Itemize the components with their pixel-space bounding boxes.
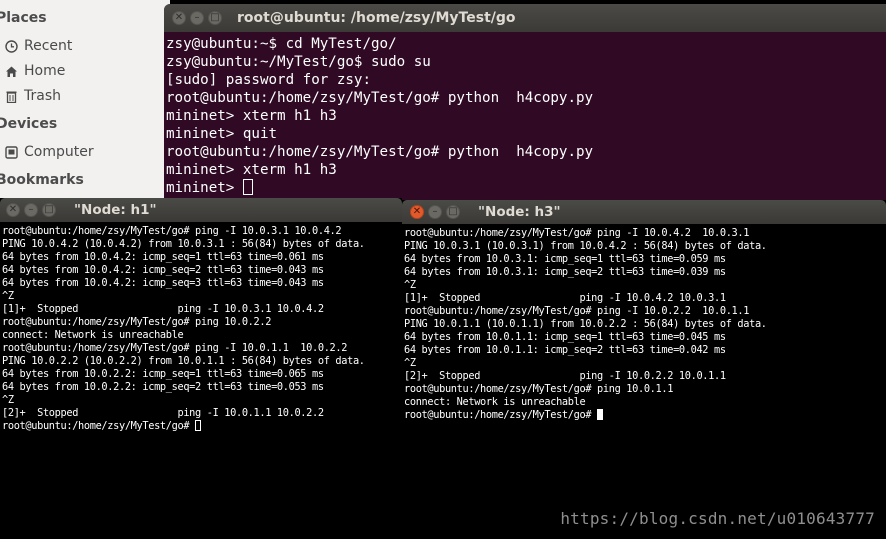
terminal-line: [1]+ Stopped ping -I 10.0.3.1 10.0.4.2 bbox=[2, 303, 324, 315]
terminal-line: [sudo] password for zsy: bbox=[166, 72, 371, 88]
devices-header: Devices bbox=[0, 116, 58, 132]
home-icon bbox=[5, 65, 18, 78]
prompt: root@ubuntu:/home/zsy/MyTest/go# bbox=[404, 409, 598, 421]
terminal-output[interactable]: root@ubuntu:/home/zsy/MyTest/go# ping -I… bbox=[0, 222, 402, 433]
terminal-line: root@ubuntu:/home/zsy/MyTest/go# python … bbox=[166, 144, 594, 160]
terminal-line: connect: Network is unreachable bbox=[404, 396, 586, 408]
terminal-line: root@ubuntu:/home/zsy/MyTest/go# ping -I… bbox=[404, 305, 750, 317]
xterm-h1-window[interactable]: ✕ – □ "Node: h1" root@ubuntu:/home/zsy/M… bbox=[0, 198, 402, 539]
terminal-line: ^Z bbox=[2, 394, 14, 406]
terminal-line: root@ubuntu:/home/zsy/MyTest/go# ping -I… bbox=[2, 225, 342, 237]
watermark: https://blog.csdn.net/u010643777 bbox=[560, 509, 875, 528]
terminal-line: root@ubuntu:/home/zsy/MyTest/go# ping 10… bbox=[2, 316, 272, 328]
maximize-icon: □ bbox=[44, 204, 54, 215]
terminal-output[interactable]: zsy@ubuntu:~$ cd MyTest/go/zsy@ubuntu:~/… bbox=[164, 32, 886, 197]
minimize-icon: – bbox=[28, 204, 34, 215]
minimize-button[interactable]: – bbox=[24, 203, 38, 217]
terminal-line: [1]+ Stopped ping -I 10.0.4.2 10.0.3.1 bbox=[404, 292, 726, 304]
terminal-line: zsy@ubuntu:~/MyTest/go$ sudo su bbox=[166, 54, 431, 70]
terminal-line: ^Z bbox=[404, 357, 416, 369]
terminal-line: 64 bytes from 10.0.3.1: icmp_seq=1 ttl=6… bbox=[404, 253, 726, 265]
maximize-button[interactable]: □ bbox=[42, 203, 56, 217]
sidebar-item-trash[interactable]: Trash bbox=[5, 88, 61, 104]
window-title: root@ubuntu: /home/zsy/MyTest/go bbox=[237, 10, 516, 26]
terminal-line: 64 bytes from 10.0.4.2: icmp_seq=2 ttl=6… bbox=[2, 264, 324, 276]
sidebar-item-home[interactable]: Home bbox=[5, 63, 65, 79]
maximize-icon: □ bbox=[448, 206, 458, 217]
minimize-icon: – bbox=[432, 206, 438, 217]
prompt: mininet> bbox=[166, 180, 243, 196]
trash-icon bbox=[5, 90, 18, 103]
terminal-line: PING 10.0.4.2 (10.0.4.2) from 10.0.3.1 :… bbox=[2, 238, 365, 250]
maximize-button[interactable]: □ bbox=[208, 11, 222, 25]
terminal-line: 64 bytes from 10.0.4.2: icmp_seq=3 ttl=6… bbox=[2, 277, 324, 289]
terminal-line: [2]+ Stopped ping -I 10.0.2.2 10.0.1.1 bbox=[404, 370, 726, 382]
terminal-line: root@ubuntu:/home/zsy/MyTest/go# ping 10… bbox=[404, 383, 674, 395]
terminal-line: 64 bytes from 10.0.1.1: icmp_seq=1 ttl=6… bbox=[404, 331, 726, 343]
window-title: "Node: h3" bbox=[478, 204, 561, 220]
terminal-line: mininet> xterm h1 h3 bbox=[166, 108, 337, 124]
terminal-line: ^Z bbox=[2, 290, 14, 302]
terminal-line: PING 10.0.1.1 (10.0.1.1) from 10.0.2.2 :… bbox=[404, 318, 767, 330]
minimize-icon: – bbox=[194, 12, 200, 23]
title-bar[interactable]: ✕ – □ "Node: h3" bbox=[402, 200, 886, 224]
terminal-line: ^Z bbox=[404, 279, 416, 291]
minimize-button[interactable]: – bbox=[428, 205, 442, 219]
places-sidebar: Places Recent Home Trash Devices Compute… bbox=[0, 0, 170, 205]
sidebar-item-label: Home bbox=[24, 63, 66, 79]
terminal-line: PING 10.0.2.2 (10.0.2.2) from 10.0.1.1 :… bbox=[2, 355, 365, 367]
close-button[interactable]: ✕ bbox=[410, 205, 424, 219]
terminal-line: [2]+ Stopped ping -I 10.0.1.1 10.0.2.2 bbox=[2, 407, 324, 419]
terminal-line: 64 bytes from 10.0.2.2: icmp_seq=1 ttl=6… bbox=[2, 368, 324, 380]
text-cursor bbox=[195, 420, 202, 431]
title-bar[interactable]: ✕ – □ "Node: h1" bbox=[0, 198, 402, 222]
text-cursor bbox=[597, 409, 604, 420]
terminal-line: zsy@ubuntu:~$ cd MyTest/go/ bbox=[166, 36, 397, 52]
sidebar-item-label: Trash bbox=[24, 88, 61, 104]
terminal-line: 64 bytes from 10.0.1.1: icmp_seq=2 ttl=6… bbox=[404, 344, 726, 356]
xterm-h3-window[interactable]: ✕ – □ "Node: h3" root@ubuntu:/home/zsy/M… bbox=[402, 200, 886, 539]
prompt-line[interactable]: mininet> bbox=[166, 179, 886, 197]
sidebar-item-label: Computer bbox=[24, 144, 94, 160]
maximize-icon: □ bbox=[210, 12, 220, 23]
window-title: "Node: h1" bbox=[74, 202, 157, 218]
close-button[interactable]: ✕ bbox=[172, 11, 186, 25]
terminal-line: PING 10.0.3.1 (10.0.3.1) from 10.0.4.2 :… bbox=[404, 240, 767, 252]
places-header: Places bbox=[0, 10, 47, 26]
bookmarks-header: Bookmarks bbox=[0, 172, 84, 188]
terminal-line: root@ubuntu:/home/zsy/MyTest/go# python … bbox=[166, 90, 594, 106]
sidebar-item-recent[interactable]: Recent bbox=[5, 38, 72, 54]
terminal-line: mininet> xterm h1 h3 bbox=[166, 162, 337, 178]
terminal-line: mininet> quit bbox=[166, 126, 278, 142]
clock-icon bbox=[5, 39, 18, 53]
prompt-line[interactable]: root@ubuntu:/home/zsy/MyTest/go# bbox=[404, 409, 886, 422]
terminal-line: 64 bytes from 10.0.4.2: icmp_seq=1 ttl=6… bbox=[2, 251, 324, 263]
prompt: root@ubuntu:/home/zsy/MyTest/go# bbox=[2, 420, 196, 432]
prompt-line[interactable]: root@ubuntu:/home/zsy/MyTest/go# bbox=[2, 420, 402, 433]
sidebar-item-computer[interactable]: Computer bbox=[5, 144, 94, 160]
text-cursor bbox=[242, 179, 253, 195]
computer-icon bbox=[5, 145, 18, 159]
close-icon: ✕ bbox=[174, 12, 184, 23]
close-icon: ✕ bbox=[8, 204, 18, 215]
close-icon: ✕ bbox=[412, 206, 422, 217]
minimize-button[interactable]: – bbox=[190, 11, 204, 25]
terminal-line: 64 bytes from 10.0.2.2: icmp_seq=2 ttl=6… bbox=[2, 381, 324, 393]
maximize-button[interactable]: □ bbox=[446, 205, 460, 219]
terminal-line: root@ubuntu:/home/zsy/MyTest/go# ping -I… bbox=[404, 227, 750, 239]
main-terminal-window[interactable]: ✕ – □ root@ubuntu: /home/zsy/MyTest/go z… bbox=[164, 4, 886, 204]
sidebar-item-label: Recent bbox=[24, 38, 73, 54]
terminal-line: root@ubuntu:/home/zsy/MyTest/go# ping -I… bbox=[2, 342, 348, 354]
terminal-output[interactable]: root@ubuntu:/home/zsy/MyTest/go# ping -I… bbox=[402, 224, 886, 422]
title-bar[interactable]: ✕ – □ root@ubuntu: /home/zsy/MyTest/go bbox=[164, 4, 886, 32]
close-button[interactable]: ✕ bbox=[6, 203, 20, 217]
terminal-line: 64 bytes from 10.0.3.1: icmp_seq=2 ttl=6… bbox=[404, 266, 726, 278]
terminal-line: connect: Network is unreachable bbox=[2, 329, 184, 341]
